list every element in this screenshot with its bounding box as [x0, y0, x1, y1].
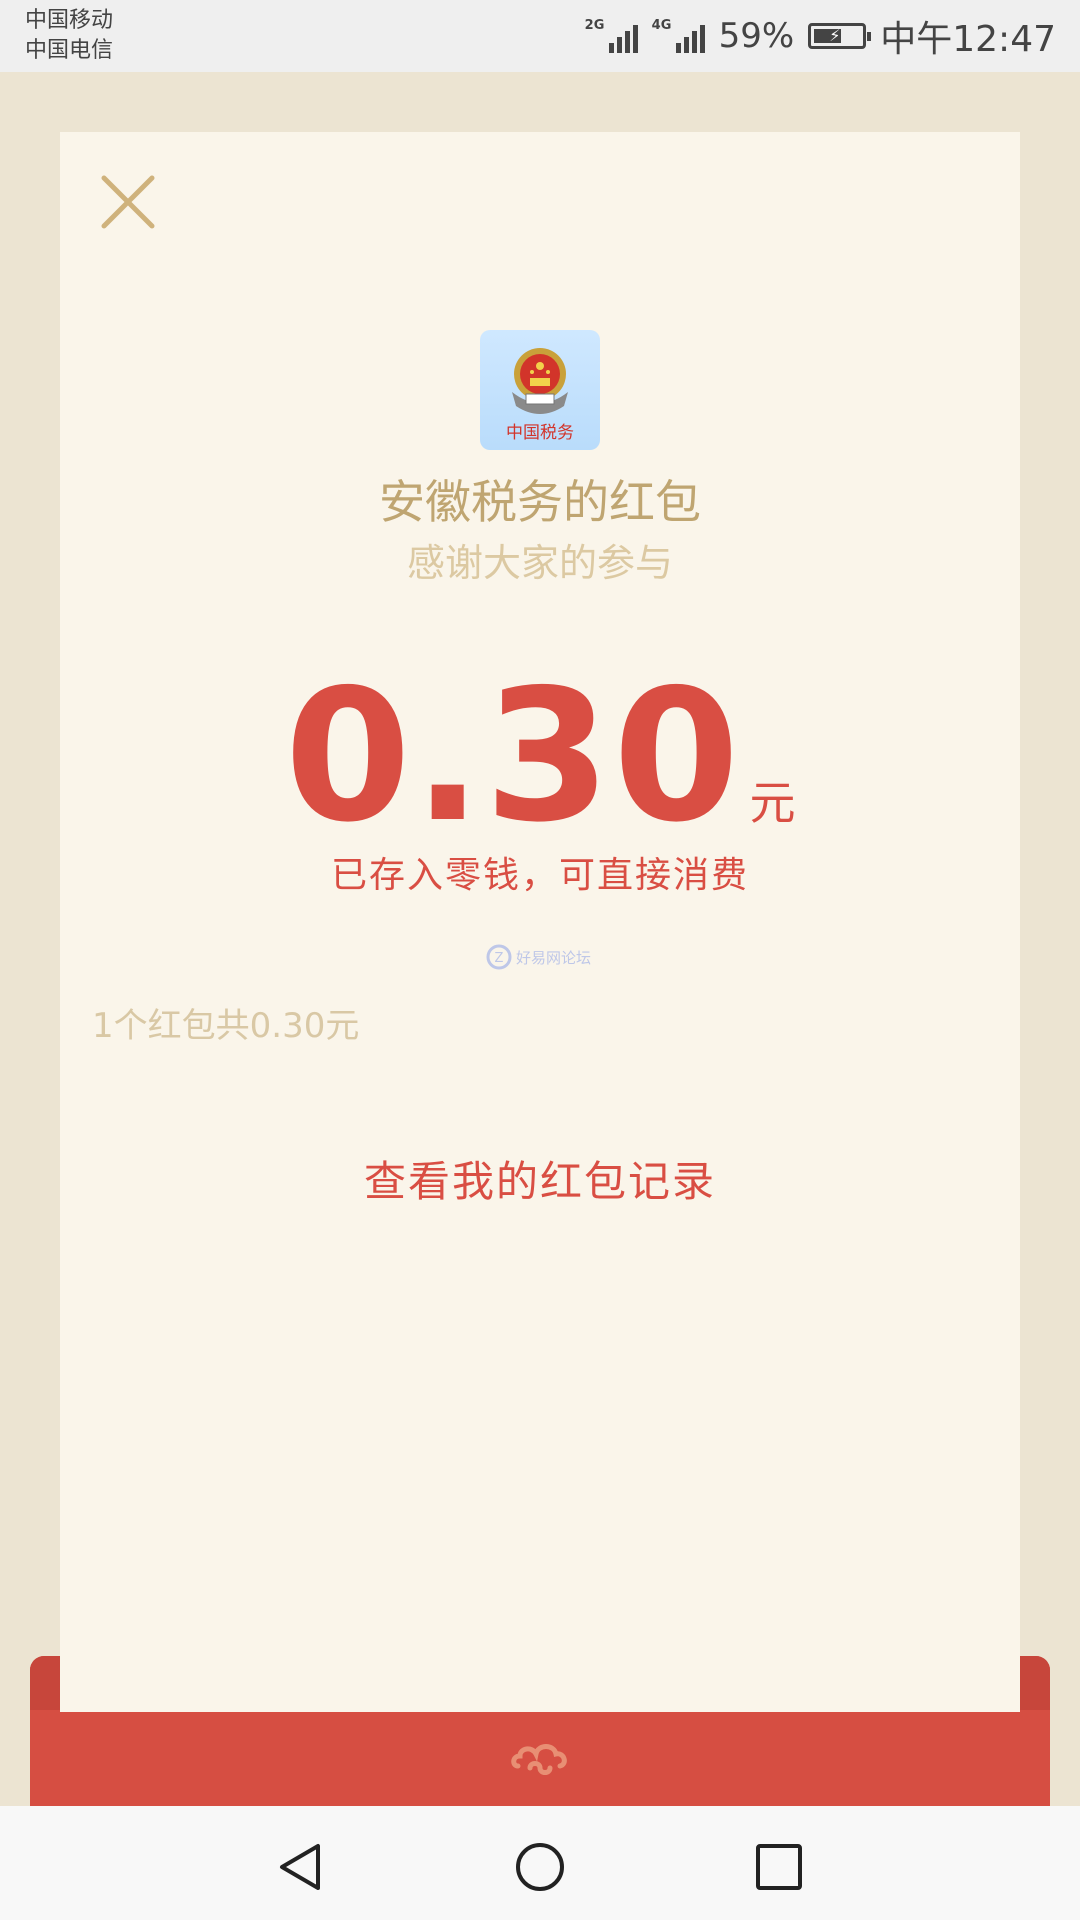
carrier-2: 中国电信 — [25, 38, 114, 63]
carrier-1: 中国移动 — [25, 8, 114, 33]
recent-square-icon — [756, 1844, 802, 1890]
watermark-text: 好易网论坛 — [516, 948, 592, 967]
watermark-logo-icon: Z — [486, 944, 512, 970]
navigation-bar — [0, 1806, 1080, 1920]
china-tax-emblem-icon: 中国税务 — [480, 330, 600, 450]
packet-summary: 1个红包共0.30元 — [92, 1006, 360, 1046]
svg-text:Z: Z — [495, 951, 504, 966]
watermark: Z 好易网论坛 — [486, 944, 591, 970]
status-bar: 中国移动 中国电信 2G 4G 59% ⚡ 中午12:47 — [0, 0, 1080, 72]
carrier-names: 中国移动 中国电信 — [25, 6, 113, 66]
battery-icon: ⚡ — [808, 23, 872, 49]
amount-value: 0.30 — [284, 650, 742, 862]
signal-2-tag: 4G — [651, 18, 672, 33]
clock: 中午12:47 — [880, 19, 1056, 60]
home-button[interactable] — [513, 1840, 567, 1894]
recent-apps-button[interactable] — [752, 1840, 806, 1894]
back-triangle-icon — [280, 1844, 320, 1890]
greeting-subtitle: 感谢大家的参与 — [406, 541, 673, 585]
amount-unit: 元 — [749, 776, 796, 830]
home-circle-icon — [516, 1843, 564, 1891]
sender-title: 安徽税务的红包 — [379, 475, 701, 529]
battery-percent: 59% — [718, 16, 795, 56]
cloud-icon — [511, 1744, 567, 1775]
signal-1-tag: 2G — [584, 18, 605, 33]
signal-1-icon: 2G — [585, 19, 638, 53]
amount-display: 0.30 元 — [0, 650, 1080, 862]
close-button[interactable] — [96, 170, 160, 234]
back-button[interactable] — [274, 1840, 328, 1894]
stored-message: 已存入零钱，可直接消费 — [330, 855, 749, 896]
close-icon — [101, 175, 155, 229]
view-records-link[interactable]: 查看我的红包记录 — [0, 1148, 1080, 1209]
status-indicators: 2G 4G 59% ⚡ 中午12:47 — [585, 0, 1056, 72]
logo-caption: 中国税务 — [506, 423, 574, 443]
signal-2-icon: 4G — [652, 19, 705, 53]
card-zigzag-edge — [60, 1698, 1020, 1712]
